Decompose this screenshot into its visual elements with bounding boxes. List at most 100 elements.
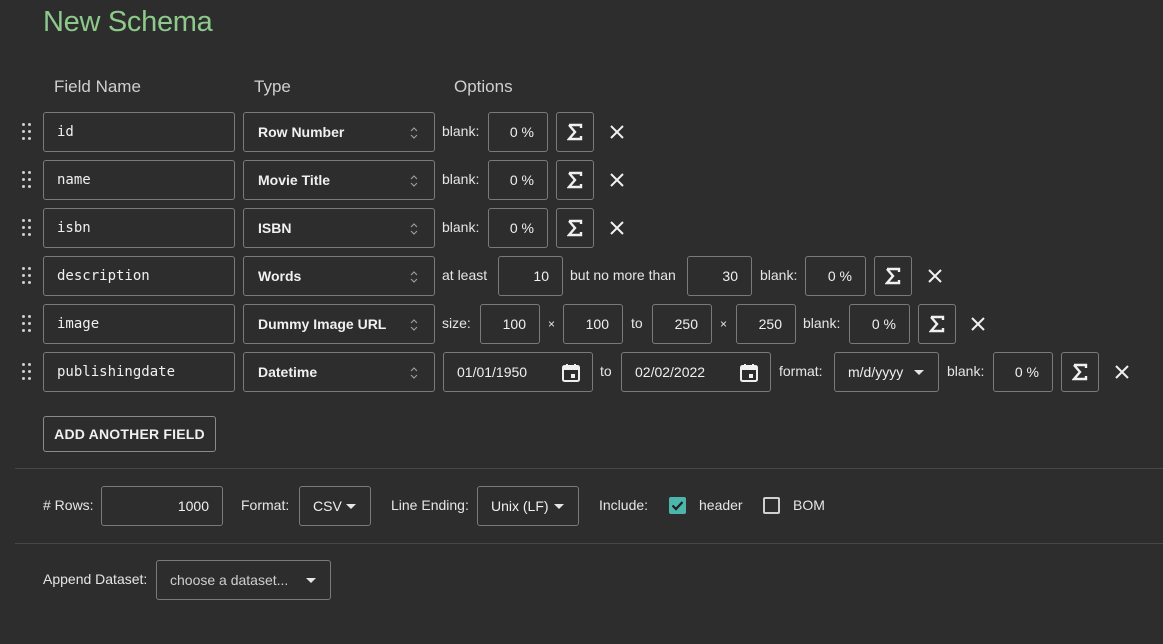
- blank-label: blank:: [442, 123, 480, 139]
- bom-checkbox[interactable]: [763, 497, 780, 514]
- sigma-icon: [929, 315, 945, 333]
- calendar-icon[interactable]: [561, 363, 581, 383]
- date-from-input[interactable]: 01/01/1950: [443, 352, 593, 392]
- append-dataset-placeholder: choose a dataset...: [170, 572, 289, 588]
- field-name-input[interactable]: publishingdate: [43, 352, 235, 392]
- close-icon: [610, 125, 624, 139]
- updown-icon: [410, 175, 418, 187]
- formula-button[interactable]: [556, 208, 594, 248]
- blank-label: blank:: [803, 315, 841, 331]
- close-icon: [610, 173, 624, 187]
- formula-button[interactable]: [556, 160, 594, 200]
- close-icon: [971, 317, 985, 331]
- divider: [15, 468, 1163, 469]
- date-to-value: 02/02/2022: [635, 364, 706, 380]
- field-type-select[interactable]: Row Number: [243, 112, 435, 152]
- date-format-select[interactable]: m/d/yyyy: [834, 352, 939, 392]
- append-dataset-label: Append Dataset:: [43, 571, 148, 587]
- line-ending-select[interactable]: Unix (LF): [477, 486, 579, 526]
- blank-percent-input[interactable]: 0 %: [488, 160, 548, 200]
- delete-field-button[interactable]: [968, 314, 988, 334]
- blank-label: blank:: [947, 363, 985, 379]
- format-label: Format:: [241, 497, 290, 513]
- drag-handle-icon[interactable]: [22, 123, 32, 141]
- caret-down-icon: [914, 370, 924, 375]
- rows-input[interactable]: 1000: [101, 486, 223, 526]
- sigma-icon: [567, 123, 583, 141]
- min-width-input[interactable]: 100: [480, 304, 540, 344]
- blank-label: blank:: [442, 171, 480, 187]
- delete-field-button[interactable]: [925, 266, 945, 286]
- column-header-options: Options: [454, 77, 513, 96]
- blank-percent-input[interactable]: 0 %: [488, 112, 548, 152]
- column-header-field-name: Field Name: [54, 77, 141, 96]
- max-width-input[interactable]: 250: [652, 304, 712, 344]
- blank-label: blank:: [442, 219, 480, 235]
- field-row: description Words at least 10 but no mor…: [0, 256, 1163, 296]
- formula-button[interactable]: [556, 112, 594, 152]
- size-label: size:: [442, 315, 471, 331]
- drag-handle-icon[interactable]: [22, 315, 32, 333]
- sigma-icon: [567, 171, 583, 189]
- field-type-label: Words: [258, 268, 302, 284]
- min-height-input[interactable]: 100: [563, 304, 623, 344]
- close-icon: [928, 269, 942, 283]
- format-select[interactable]: CSV: [299, 486, 371, 526]
- field-type-select[interactable]: Movie Title: [243, 160, 435, 200]
- delete-field-button[interactable]: [607, 170, 627, 190]
- blank-percent-input[interactable]: 0 %: [849, 304, 910, 344]
- date-from-value: 01/01/1950: [457, 364, 528, 380]
- header-checkbox[interactable]: [669, 497, 686, 514]
- formula-button[interactable]: [918, 304, 956, 344]
- drag-handle-icon[interactable]: [22, 171, 32, 189]
- field-type-select[interactable]: Dummy Image URL: [243, 304, 435, 344]
- max-words-input[interactable]: 30: [687, 256, 752, 296]
- field-row: isbn ISBN blank: 0 %: [0, 208, 1163, 248]
- include-label: Include:: [599, 497, 649, 513]
- append-dataset-select[interactable]: choose a dataset...: [156, 560, 331, 600]
- blank-percent-input[interactable]: 0 %: [805, 256, 866, 296]
- drag-handle-icon[interactable]: [22, 267, 32, 285]
- formula-button[interactable]: [874, 256, 912, 296]
- sigma-icon: [885, 267, 901, 285]
- updown-icon: [410, 271, 418, 283]
- format-value: CSV: [313, 498, 342, 514]
- column-header-type: Type: [254, 77, 291, 96]
- delete-field-button[interactable]: [1112, 362, 1132, 382]
- add-another-field-button[interactable]: ADD ANOTHER FIELD: [43, 416, 216, 452]
- field-row: id Row Number blank: 0 %: [0, 112, 1163, 152]
- updown-icon: [410, 367, 418, 379]
- field-name-input[interactable]: name: [43, 160, 235, 200]
- field-row: publishingdate Datetime 01/01/1950 to 02…: [0, 352, 1163, 392]
- field-type-select[interactable]: Datetime: [243, 352, 435, 392]
- drag-handle-icon[interactable]: [22, 363, 32, 381]
- max-height-input[interactable]: 250: [736, 304, 796, 344]
- blank-percent-input[interactable]: 0 %: [488, 208, 548, 248]
- field-type-select[interactable]: ISBN: [243, 208, 435, 248]
- field-name-input[interactable]: isbn: [43, 208, 235, 248]
- field-name-input[interactable]: image: [43, 304, 235, 344]
- no-more-than-label: but no more than: [570, 267, 676, 283]
- field-type-label: Row Number: [258, 124, 345, 140]
- bom-label: BOM: [793, 497, 825, 513]
- field-type-select[interactable]: Words: [243, 256, 435, 296]
- date-to-input[interactable]: 02/02/2022: [621, 352, 771, 392]
- min-words-input[interactable]: 10: [498, 256, 563, 296]
- delete-field-button[interactable]: [607, 218, 627, 238]
- field-type-label: Movie Title: [258, 172, 331, 188]
- blank-percent-input[interactable]: 0 %: [993, 352, 1053, 392]
- field-row: name Movie Title blank: 0 %: [0, 160, 1163, 200]
- line-ending-value: Unix (LF): [491, 498, 549, 514]
- line-ending-label: Line Ending:: [391, 497, 469, 513]
- drag-handle-icon[interactable]: [22, 219, 32, 237]
- updown-icon: [410, 127, 418, 139]
- calendar-icon[interactable]: [739, 363, 759, 383]
- field-name-input[interactable]: id: [43, 112, 235, 152]
- field-name-input[interactable]: description: [43, 256, 235, 296]
- rows-label: # Rows:: [43, 497, 94, 513]
- blank-label: blank:: [760, 267, 798, 283]
- delete-field-button[interactable]: [607, 122, 627, 142]
- formula-button[interactable]: [1061, 352, 1099, 392]
- field-row: image Dummy Image URL size: 100 × 100 to…: [0, 304, 1163, 344]
- times-label: ×: [548, 317, 556, 331]
